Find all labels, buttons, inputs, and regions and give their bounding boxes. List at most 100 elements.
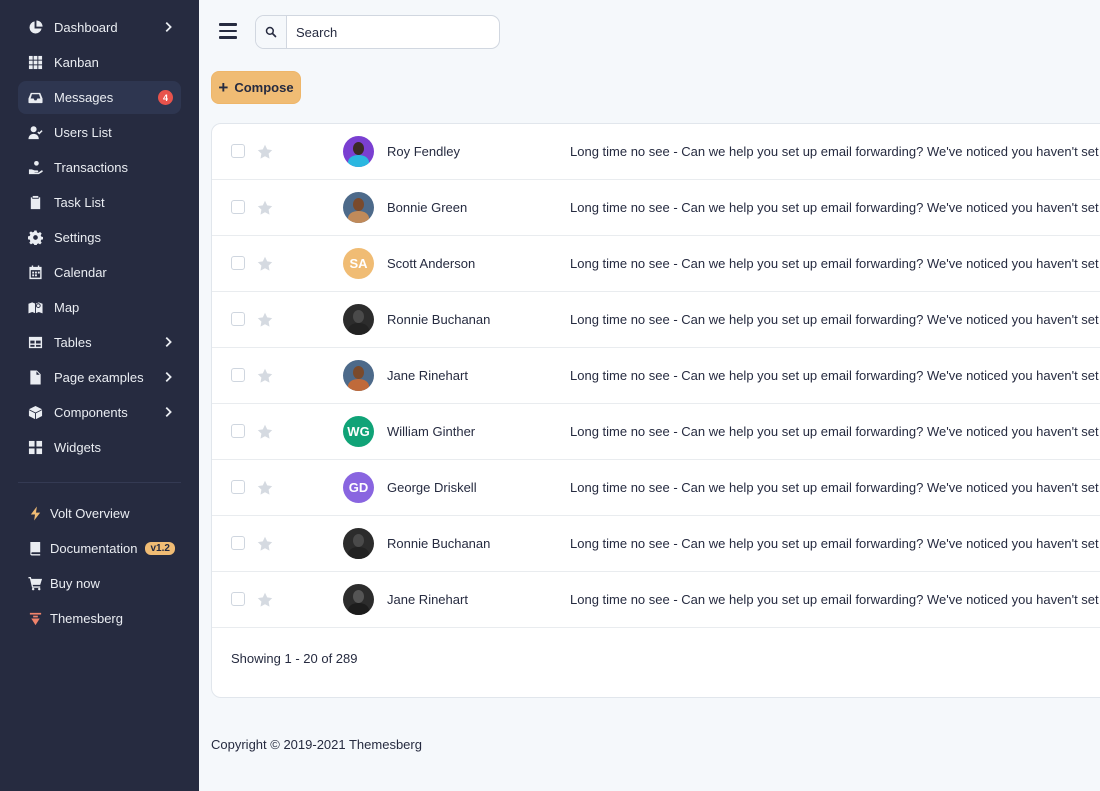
sidebar-item-calendar[interactable]: Calendar bbox=[18, 256, 181, 289]
avatar bbox=[343, 136, 374, 167]
compose-button[interactable]: + Compose bbox=[211, 71, 301, 104]
sidebar-item-components[interactable]: Components bbox=[18, 396, 181, 429]
sidebar-item-label: Settings bbox=[54, 230, 101, 245]
clipboard-icon bbox=[26, 194, 44, 212]
sender-name[interactable]: Bonnie Green bbox=[387, 200, 467, 215]
sidebar-item-messages[interactable]: Messages 4 bbox=[18, 81, 181, 114]
search-input[interactable] bbox=[287, 16, 487, 48]
message-row[interactable]: Bonnie Green Long time no see - Can we he… bbox=[212, 180, 1100, 236]
star-icon[interactable] bbox=[257, 144, 273, 160]
sidebar-item-users-list[interactable]: Users List bbox=[18, 116, 181, 149]
sidebar-link-label: Themesberg bbox=[50, 611, 123, 626]
unread-count-badge: 4 bbox=[158, 90, 173, 105]
message-checkbox[interactable] bbox=[231, 256, 245, 270]
star-icon[interactable] bbox=[257, 536, 273, 552]
chevron-right-icon bbox=[161, 370, 175, 384]
sidebar-item-settings[interactable]: Settings bbox=[18, 221, 181, 254]
calendar-icon bbox=[26, 264, 44, 282]
message-subject[interactable]: Long time no see - Can we help you set u… bbox=[570, 368, 1100, 383]
map-icon bbox=[26, 299, 44, 317]
sidebar-link-label: Buy now bbox=[50, 576, 100, 591]
sidebar-item-tables[interactable]: Tables bbox=[18, 326, 181, 359]
sidebar-item-transactions[interactable]: Transactions bbox=[18, 151, 181, 184]
sidebar-item-page-examples[interactable]: Page examples bbox=[18, 361, 181, 394]
hand-coin-icon bbox=[26, 159, 44, 177]
search-icon bbox=[256, 16, 287, 48]
chevron-right-icon bbox=[161, 20, 175, 34]
sidebar-item-kanban[interactable]: Kanban bbox=[18, 46, 181, 79]
compose-label: Compose bbox=[234, 80, 294, 95]
message-subject[interactable]: Long time no see - Can we help you set u… bbox=[570, 144, 1100, 159]
sidebar-item-label: Widgets bbox=[54, 440, 101, 455]
message-subject[interactable]: Long time no see - Can we help you set u… bbox=[570, 312, 1100, 327]
message-subject[interactable]: Long time no see - Can we help you set u… bbox=[570, 592, 1100, 607]
file-icon bbox=[26, 369, 44, 387]
chevron-right-icon bbox=[161, 405, 175, 419]
message-row[interactable]: Roy Fendley Long time no see - Can we hel… bbox=[212, 124, 1100, 180]
message-row[interactable]: GD George Driskell Long time no see - Can … bbox=[212, 460, 1100, 516]
sidebar-item-label: Task List bbox=[54, 195, 105, 210]
sidebar-item-label: Tables bbox=[54, 335, 92, 350]
sender-name[interactable]: Scott Anderson bbox=[387, 256, 475, 271]
sender-name[interactable]: George Driskell bbox=[387, 480, 477, 495]
star-icon[interactable] bbox=[257, 480, 273, 496]
message-subject[interactable]: Long time no see - Can we help you set u… bbox=[570, 200, 1100, 215]
message-subject[interactable]: Long time no see - Can we help you set u… bbox=[570, 256, 1100, 271]
avatar bbox=[343, 360, 374, 391]
star-icon[interactable] bbox=[257, 200, 273, 216]
sidebar-link-documentation[interactable]: Documentation v1.2 bbox=[18, 532, 181, 565]
message-row[interactable]: Jane Rinehart Long time no see - Can we h… bbox=[212, 572, 1100, 628]
message-row[interactable]: Ronnie Buchanan Long time no see - Can we… bbox=[212, 292, 1100, 348]
sidebar-item-task-list[interactable]: Task List bbox=[18, 186, 181, 219]
version-badge: v1.2 bbox=[145, 542, 175, 555]
avatar bbox=[343, 192, 374, 223]
star-icon[interactable] bbox=[257, 424, 273, 440]
message-checkbox[interactable] bbox=[231, 424, 245, 438]
sender-name[interactable]: Roy Fendley bbox=[387, 144, 460, 159]
message-row[interactable]: WG William Ginther Long time no see - Can … bbox=[212, 404, 1100, 460]
star-icon[interactable] bbox=[257, 256, 273, 272]
sidebar-link-buy-now[interactable]: Buy now bbox=[18, 567, 181, 600]
avatar bbox=[343, 584, 374, 615]
message-checkbox[interactable] bbox=[231, 312, 245, 326]
star-icon[interactable] bbox=[257, 368, 273, 384]
sidebar-item-dashboard[interactable]: Dashboard bbox=[18, 11, 181, 44]
sidebar-link-themesberg[interactable]: Themesberg bbox=[18, 602, 181, 635]
sender-name[interactable]: Jane Rinehart bbox=[387, 592, 468, 607]
sidebar-item-widgets[interactable]: Widgets bbox=[18, 431, 181, 464]
message-subject[interactable]: Long time no see - Can we help you set u… bbox=[570, 480, 1100, 495]
star-icon[interactable] bbox=[257, 592, 273, 608]
sender-name[interactable]: William Ginther bbox=[387, 424, 475, 439]
star-icon[interactable] bbox=[257, 312, 273, 328]
message-checkbox[interactable] bbox=[231, 480, 245, 494]
avatar bbox=[343, 304, 374, 335]
box-icon bbox=[26, 404, 44, 422]
sidebar-link-volt-overview[interactable]: Volt Overview bbox=[18, 497, 181, 530]
message-checkbox[interactable] bbox=[231, 144, 245, 158]
message-checkbox[interactable] bbox=[231, 592, 245, 606]
sidebar-divider bbox=[18, 482, 181, 483]
sidebar-item-label: Messages bbox=[54, 90, 114, 105]
sidebar-item-map[interactable]: Map bbox=[18, 291, 181, 324]
message-checkbox[interactable] bbox=[231, 200, 245, 214]
sender-name[interactable]: Jane Rinehart bbox=[387, 368, 468, 383]
sender-name[interactable]: Ronnie Buchanan bbox=[387, 536, 490, 551]
message-row[interactable]: Ronnie Buchanan Long time no see - Can we… bbox=[212, 516, 1100, 572]
message-subject[interactable]: Long time no see - Can we help you set u… bbox=[570, 536, 1100, 551]
message-row[interactable]: SA Scott Anderson Long time no see - Can w… bbox=[212, 236, 1100, 292]
chevron-right-icon bbox=[161, 335, 175, 349]
sender-name[interactable]: Ronnie Buchanan bbox=[387, 312, 490, 327]
plus-icon: + bbox=[218, 78, 229, 97]
themesberg-logo-icon bbox=[26, 610, 44, 628]
hamburger-menu-icon[interactable] bbox=[219, 23, 237, 39]
message-row[interactable]: Jane Rinehart Long time no see - Can we h… bbox=[212, 348, 1100, 404]
sidebar-nav: Dashboard Kanban Messages 4 Users List Transa… bbox=[0, 0, 199, 464]
message-checkbox[interactable] bbox=[231, 368, 245, 382]
message-subject[interactable]: Long time no see - Can we help you set u… bbox=[570, 424, 1100, 439]
pagination-info: Showing 1 - 20 of 289 bbox=[231, 651, 358, 666]
sidebar-link-label: Volt Overview bbox=[50, 506, 130, 521]
message-checkbox[interactable] bbox=[231, 536, 245, 550]
grid-icon bbox=[26, 54, 44, 72]
book-icon bbox=[26, 540, 44, 558]
avatar: WG bbox=[343, 416, 374, 447]
